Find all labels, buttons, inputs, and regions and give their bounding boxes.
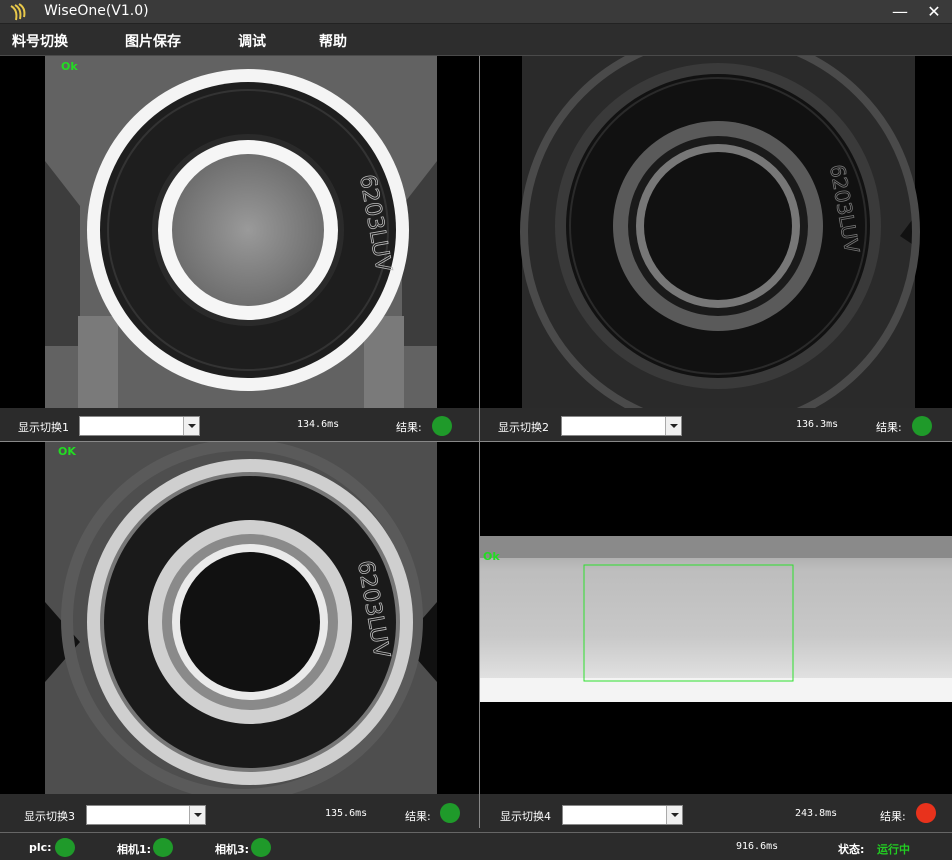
status-bar: plc: 相机1: 相机3: 916.6ms 状态: 运行中 xyxy=(0,832,952,860)
camera1-status-led xyxy=(153,838,173,857)
display-switch-combo[interactable] xyxy=(562,805,683,825)
display-switch-label: 显示切换1 xyxy=(18,421,69,434)
menu-bar: 料号切换 图片保存 调试 帮助 xyxy=(0,24,952,56)
camera3-label: 相机3: xyxy=(215,843,250,856)
state-value: 运行中 xyxy=(877,843,910,856)
camera-view-3[interactable]: OK 6203LUV xyxy=(0,442,479,794)
plc-label: plc: xyxy=(29,841,52,854)
chevron-down-icon[interactable] xyxy=(183,417,199,435)
chevron-down-icon[interactable] xyxy=(665,417,681,435)
chevron-down-icon[interactable] xyxy=(666,806,682,824)
bearing-side-image-4 xyxy=(480,536,952,702)
minimize-button[interactable]: — xyxy=(890,2,910,22)
ok-label: OK xyxy=(58,445,76,458)
bearing-image-1: 6203LUV xyxy=(45,56,437,408)
window-title: WiseOne(V1.0) xyxy=(44,3,149,19)
result-status-led xyxy=(916,803,936,823)
menu-image-save[interactable]: 图片保存 xyxy=(125,31,181,51)
bearing-image-3: 6203LUV xyxy=(45,442,437,794)
process-time: 134.6ms xyxy=(297,419,340,430)
result-label: 结果: xyxy=(880,810,906,823)
state-label: 状态: xyxy=(838,843,865,856)
result-status-led xyxy=(912,416,932,436)
result-label: 结果: xyxy=(405,810,431,823)
process-time: 136.3ms xyxy=(796,419,839,430)
camera-view-4[interactable]: Ok xyxy=(480,442,952,794)
camera-view-2[interactable]: 6203LUV xyxy=(480,56,952,408)
control-bar-1: 显示切换1 134.6ms 结果: xyxy=(0,410,479,440)
result-label: 结果: xyxy=(396,421,422,434)
menu-part-switch[interactable]: 料号切换 xyxy=(12,31,68,51)
result-label: 结果: xyxy=(876,421,902,434)
total-time: 916.6ms xyxy=(736,841,779,852)
plc-status-led xyxy=(55,838,75,857)
control-bar-4: 显示切换4 243.8ms 结果: xyxy=(480,799,952,829)
control-bar-3: 显示切换3 135.6ms 结果: xyxy=(0,799,479,829)
ok-label: Ok xyxy=(61,60,78,73)
menu-debug[interactable]: 调试 xyxy=(238,31,266,51)
result-status-led xyxy=(432,416,452,436)
process-time: 135.6ms xyxy=(325,808,368,819)
menu-help[interactable]: 帮助 xyxy=(319,31,347,51)
camera-view-1[interactable]: Ok 6203LUV xyxy=(0,56,479,408)
ok-label: Ok xyxy=(483,550,500,563)
display-switch-label: 显示切换2 xyxy=(498,421,549,434)
control-bar-2: 显示切换2 136.3ms 结果: xyxy=(480,410,952,440)
display-switch-label: 显示切换3 xyxy=(24,810,75,823)
display-switch-combo[interactable] xyxy=(79,416,200,436)
bearing-image-2: 6203LUV xyxy=(520,56,920,408)
camera1-label: 相机1: xyxy=(117,843,152,856)
app-logo-icon xyxy=(10,3,26,21)
display-switch-combo[interactable] xyxy=(561,416,682,436)
camera3-status-led xyxy=(251,838,271,857)
display-switch-label: 显示切换4 xyxy=(500,810,551,823)
process-time: 243.8ms xyxy=(795,808,838,819)
display-switch-combo[interactable] xyxy=(86,805,206,825)
chevron-down-icon[interactable] xyxy=(189,806,205,824)
title-bar: WiseOne(V1.0) — ✕ xyxy=(0,0,952,24)
close-button[interactable]: ✕ xyxy=(924,2,944,22)
result-status-led xyxy=(440,803,460,823)
